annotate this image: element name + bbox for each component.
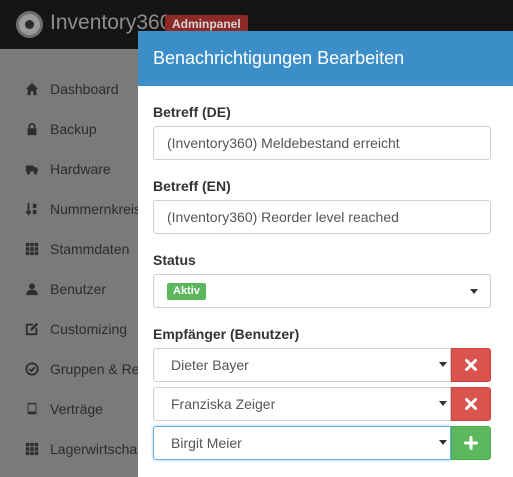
sidebar-item-benutzer[interactable]: Benutzer	[0, 269, 150, 309]
modal-title: Benachrichtigungen Bearbeiten	[153, 48, 405, 68]
sidebar-item-label: Dashboard	[50, 81, 119, 97]
sidebar-item-lagerwirtschaft[interactable]: Lagerwirtscha	[0, 429, 150, 469]
sidebar-item-nummernkreis[interactable]: Nummernkreis	[0, 189, 150, 229]
recipient-select[interactable]: Franziska Zeiger	[153, 387, 451, 421]
sidebar-item-gruppen[interactable]: Gruppen & Re	[0, 349, 150, 389]
recipient-name: Birgit Meier	[171, 435, 242, 451]
edit-icon	[24, 322, 39, 337]
status-label: Status	[153, 252, 196, 268]
sidebar-item-label: Lagerwirtscha	[50, 441, 138, 457]
add-recipient-button[interactable]	[451, 426, 491, 460]
sidebar: Dashboard Backup Hardware Nummernkreis S…	[0, 49, 150, 477]
sidebar-item-label: Stammdaten	[50, 241, 130, 257]
chevron-down-icon	[439, 362, 447, 367]
sidebar-item-label: Benutzer	[50, 281, 107, 297]
book-icon	[24, 402, 39, 417]
recipient-name: Franziska Zeiger	[171, 396, 276, 412]
chevron-down-icon	[470, 289, 478, 294]
sort-numeric-icon	[24, 202, 39, 217]
sidebar-item-label: Hardware	[50, 161, 111, 177]
user-icon	[24, 282, 39, 297]
subject-en-input[interactable]	[153, 200, 491, 234]
home-icon	[24, 82, 39, 97]
chevron-down-icon	[439, 401, 447, 406]
edit-notifications-modal: Benachrichtigungen Bearbeiten Betreff (D…	[138, 31, 513, 477]
logo-icon	[16, 11, 43, 38]
remove-recipient-button[interactable]	[451, 387, 491, 421]
lock-icon	[24, 122, 39, 137]
sidebar-item-hardware[interactable]: Hardware	[0, 149, 150, 189]
check-circle-icon	[24, 362, 39, 377]
sidebar-item-backup[interactable]: Backup	[0, 109, 150, 149]
grid-icon	[24, 442, 39, 457]
subject-en-label: Betreff (EN)	[153, 178, 231, 194]
recipient-select[interactable]: Birgit Meier	[153, 426, 451, 460]
close-icon	[465, 398, 477, 410]
sidebar-item-stammdaten[interactable]: Stammdaten	[0, 229, 150, 269]
subject-de-input[interactable]	[153, 126, 491, 160]
status-select[interactable]: Aktiv	[153, 274, 491, 308]
grid-icon	[24, 242, 39, 257]
sidebar-item-dashboard[interactable]: Dashboard	[0, 69, 150, 109]
subject-de-label: Betreff (DE)	[153, 104, 231, 120]
sidebar-item-label: Gruppen & Re	[50, 361, 140, 377]
truck-icon	[24, 162, 39, 177]
status-badge: Aktiv	[167, 283, 206, 300]
sidebar-item-label: Customizing	[50, 321, 128, 337]
sidebar-item-label: Verträge	[50, 401, 103, 417]
sidebar-item-label: Nummernkreis	[50, 201, 142, 217]
modal-header: Benachrichtigungen Bearbeiten	[138, 31, 513, 86]
remove-recipient-button[interactable]	[451, 348, 491, 382]
recipients-label: Empfänger (Benutzer)	[153, 326, 300, 342]
recipient-name: Dieter Bayer	[171, 357, 249, 373]
sidebar-item-customizing[interactable]: Customizing	[0, 309, 150, 349]
recipient-select[interactable]: Dieter Bayer	[153, 348, 451, 382]
plus-icon	[464, 436, 478, 450]
sidebar-item-label: Backup	[50, 121, 97, 137]
sidebar-item-vertraege[interactable]: Verträge	[0, 389, 150, 429]
close-icon	[465, 359, 477, 371]
chevron-down-icon	[439, 440, 447, 445]
